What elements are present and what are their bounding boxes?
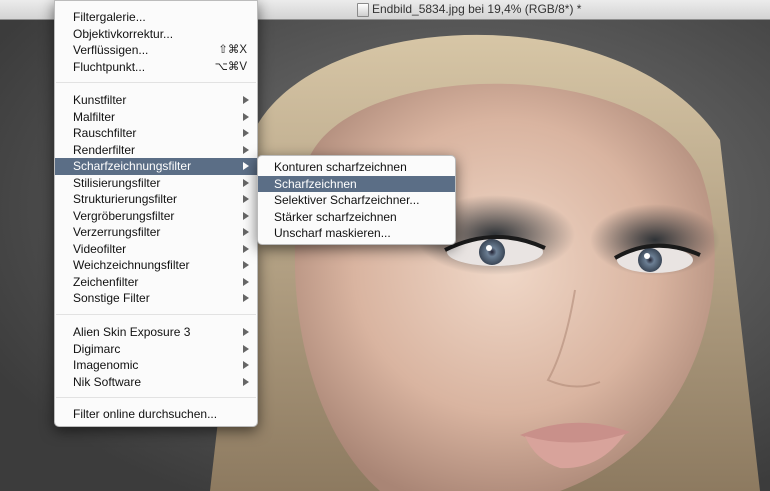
sharpen-submenu: Konturen scharfzeichnen Scharfzeichnen S…: [257, 155, 456, 245]
chevron-right-icon: [243, 294, 249, 302]
chevron-right-icon: [243, 195, 249, 203]
menu-separator: [56, 82, 256, 83]
menu-item-malfilter[interactable]: Malfilter: [55, 109, 257, 126]
chevron-right-icon: [243, 244, 249, 253]
chevron-right-icon: [243, 162, 249, 170]
chevron-right-icon: [243, 178, 249, 187]
menu-item-kunstfilter[interactable]: Kunstfilter: [55, 92, 257, 109]
chevron-right-icon: [243, 228, 249, 236]
menu-item-digimarc[interactable]: Digimarc: [55, 341, 257, 358]
chevron-right-icon: [243, 112, 249, 121]
menu-item-filter-online[interactable]: Filter online durchsuchen...: [55, 406, 257, 423]
menu-item-imagenomic[interactable]: Imagenomic: [55, 357, 257, 374]
menu-item-verfluessigen[interactable]: Verflüssigen... ⇧⌘X: [55, 42, 257, 59]
menu-item-renderfilter[interactable]: Renderfilter: [55, 142, 257, 159]
menu-item-verzerrungsfilter[interactable]: Verzerrungsfilter: [55, 224, 257, 241]
window-title: Endbild_5834.jpg bei 19,4% (RGB/8*) *: [372, 2, 582, 16]
submenu-item-scharfzeichnen[interactable]: Scharfzeichnen: [258, 175, 455, 192]
submenu-item-selektiver-scharfzeichner[interactable]: Selektiver Scharfzeichner...: [258, 192, 455, 209]
chevron-right-icon: [243, 211, 249, 220]
shortcut-label: ⌥⌘V: [214, 60, 247, 73]
submenu-item-unscharf-maskieren[interactable]: Unscharf maskieren...: [258, 225, 455, 242]
menu-item-objektivkorrektur[interactable]: Objektivkorrektur...: [55, 26, 257, 43]
submenu-item-konturen-scharfzeichnen[interactable]: Konturen scharfzeichnen: [258, 159, 455, 176]
chevron-right-icon: [243, 129, 249, 137]
menu-item-stilisierungsfilter[interactable]: Stilisierungsfilter: [55, 175, 257, 192]
menu-item-weichzeichnungsfilter[interactable]: Weichzeichnungsfilter: [55, 257, 257, 274]
chevron-right-icon: [243, 96, 249, 104]
shortcut-label: ⇧⌘X: [218, 44, 247, 56]
menu-separator: [56, 397, 256, 398]
chevron-right-icon: [243, 377, 249, 386]
chevron-right-icon: [243, 145, 249, 154]
menu-separator: [56, 314, 256, 315]
document-icon: [357, 3, 369, 17]
menu-item-sonstige-filter[interactable]: Sonstige Filter: [55, 290, 257, 307]
chevron-right-icon: [243, 328, 249, 336]
menu-item-zeichenfilter[interactable]: Zeichenfilter: [55, 274, 257, 291]
chevron-right-icon: [243, 361, 249, 369]
chevron-right-icon: [243, 344, 249, 353]
menu-item-fluchtpunkt[interactable]: Fluchtpunkt... ⌥⌘V: [55, 59, 257, 76]
menu-item-vergroeberungsfilter[interactable]: Vergröberungsfilter: [55, 208, 257, 225]
chevron-right-icon: [243, 277, 249, 286]
menu-item-nik-software[interactable]: Nik Software: [55, 374, 257, 391]
filter-menu: Filtergalerie... Objektivkorrektur... Ve…: [54, 0, 258, 427]
chevron-right-icon: [243, 261, 249, 269]
menu-item-alien-skin-exposure[interactable]: Alien Skin Exposure 3: [55, 324, 257, 341]
menu-item-strukturierungsfilter[interactable]: Strukturierungsfilter: [55, 191, 257, 208]
menu-item-filtergalerie[interactable]: Filtergalerie...: [55, 9, 257, 26]
menu-item-rauschfilter[interactable]: Rauschfilter: [55, 125, 257, 142]
submenu-item-staerker-scharfzeichnen[interactable]: Stärker scharfzeichnen: [258, 209, 455, 226]
menu-item-videofilter[interactable]: Videofilter: [55, 241, 257, 258]
menu-item-scharfzeichnungsfilter[interactable]: Scharfzeichnungsfilter: [55, 158, 257, 175]
